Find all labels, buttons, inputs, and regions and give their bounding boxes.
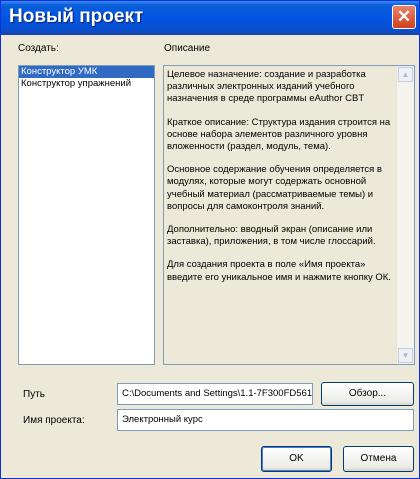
close-button[interactable]: ✕ xyxy=(392,5,416,29)
description-paragraph: Краткое описание: Структура издания стро… xyxy=(167,116,391,153)
project-name-label: Имя проекта: xyxy=(23,415,85,426)
list-item-exercise-constructor[interactable]: Конструктор упражнений xyxy=(19,78,154,90)
new-project-dialog: Новый проект ✕ Создать: Описание Констру… xyxy=(0,0,420,479)
description-label: Описание xyxy=(164,43,211,54)
ok-button[interactable]: OK xyxy=(261,446,332,472)
arrow-up-icon: ▲ xyxy=(401,70,410,79)
list-item-umk-constructor[interactable]: Конструктор УМК xyxy=(19,66,154,78)
close-icon: ✕ xyxy=(396,7,412,26)
description-paragraph: Основное содержание обучения определяетс… xyxy=(167,164,382,212)
browse-button[interactable]: Обзор... xyxy=(321,382,414,406)
cancel-button[interactable]: Отмена xyxy=(343,446,414,472)
scroll-up-button[interactable]: ▲ xyxy=(398,67,413,82)
description-paragraph: Дополнительно: вводный экран (описание и… xyxy=(167,224,376,248)
template-list[interactable]: Конструктор УМК Конструктор упражнений xyxy=(18,65,155,365)
description-scrollbar[interactable]: ▲ ▼ xyxy=(396,66,414,364)
description-text: Целевое назначение: создание и разработк… xyxy=(167,69,395,295)
path-input[interactable]: C:\Documents and Settings\1.1-7F300FD561… xyxy=(117,383,313,405)
description-paragraph: Для создания проекта в поле «Имя проекта… xyxy=(167,259,391,283)
description-panel: Целевое назначение: создание и разработк… xyxy=(163,65,415,365)
path-label: Путь xyxy=(23,389,45,400)
arrow-down-icon: ▼ xyxy=(401,351,410,360)
project-name-input[interactable]: Электронный курс xyxy=(117,409,414,431)
window-title: Новый проект xyxy=(9,6,144,27)
description-paragraph: Целевое назначение: создание и разработк… xyxy=(167,69,366,105)
create-label: Создать: xyxy=(18,43,59,54)
scroll-down-button[interactable]: ▼ xyxy=(398,348,413,363)
title-bar[interactable]: Новый проект ✕ xyxy=(1,1,419,35)
